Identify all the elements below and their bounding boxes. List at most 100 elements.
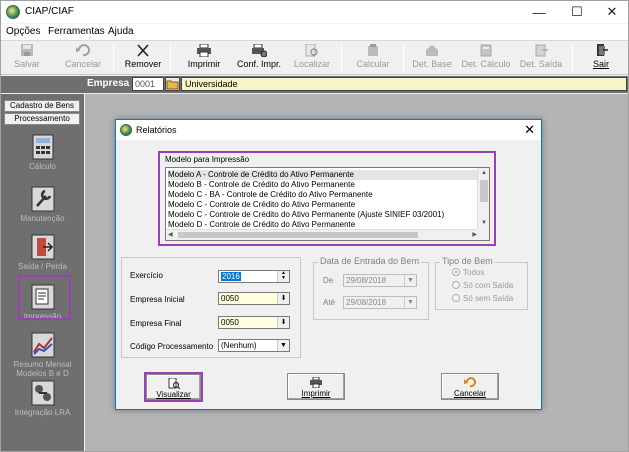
remove-button[interactable]: Remover [121, 42, 165, 74]
find-button[interactable]: Localizar [291, 42, 333, 74]
cancelar-button[interactable]: Cancelar [441, 373, 499, 400]
find-icon [305, 44, 318, 57]
horizontal-scrollbar[interactable]: ◀ ▶ [166, 229, 479, 240]
menu-ajuda[interactable]: Ajuda [108, 26, 134, 37]
exercicio-spinner[interactable]: 2016 ▲ ▼ [218, 270, 290, 283]
chevron-down-icon[interactable]: ▼ [404, 275, 416, 286]
maximize-icon[interactable]: ☐ [562, 1, 592, 23]
find-label: Localizar [293, 59, 331, 69]
printer-icon [197, 44, 211, 57]
exercicio-label: Exercício [130, 271, 163, 280]
sidebar-label-integracao-lra: Integração LRA [14, 408, 71, 417]
dropdown-arrow-icon[interactable]: ⬇ [277, 293, 289, 304]
imprimir-button[interactable]: Imprimir [287, 373, 345, 400]
data-ate-label: Até [323, 298, 336, 307]
vertical-scrollbar[interactable]: ▲ ▼ [477, 168, 489, 230]
menu-opcoes[interactable]: Opções [6, 26, 40, 37]
hscroll-thumb[interactable] [178, 232, 418, 238]
preview-icon [168, 378, 180, 389]
cancel-button[interactable]: Cancelar [61, 42, 105, 74]
sidebar-item-calculo[interactable]: Cálculo [3, 134, 82, 171]
sidebar-label-resumo-mensal: Resumo Mensal Modelos B e D [13, 360, 72, 378]
radio-selected-icon [452, 268, 460, 276]
visualizar-label: Visualizar [156, 390, 191, 399]
sidebar-label-saida-perda: Saída / Perda [18, 262, 67, 271]
model-list-label: Modelo para Impressão [165, 155, 250, 164]
app-globe-icon [120, 124, 132, 136]
scroll-left-icon[interactable]: ◀ [168, 231, 173, 238]
toolbar-separator [113, 44, 114, 72]
imprimir-label: Imprimir [301, 389, 331, 398]
toolbar-separator [572, 44, 573, 72]
radio-todos[interactable]: Todos [452, 268, 484, 277]
sidebar-item-saida-perda[interactable]: Saída / Perda [3, 234, 82, 271]
detail-exit-icon [535, 44, 548, 57]
calculate-button[interactable]: Calcular [351, 42, 395, 74]
list-item[interactable]: Modelo C - BA - Controle de Crédito do A… [168, 190, 373, 200]
radio-so-com-saida[interactable]: Só com Saída [452, 281, 513, 290]
sidebar-item-manutencao[interactable]: Manutenção [3, 186, 82, 223]
list-item[interactable]: Modelo A - Controle de Crédito do Ativo … [168, 170, 479, 180]
scroll-down-icon[interactable]: ▼ [479, 220, 489, 228]
tab-processamento[interactable]: Processamento [4, 113, 80, 125]
print-settings-button[interactable]: Conf. Impr. [233, 42, 285, 74]
list-item[interactable]: Modelo B - Controle de Crédito do Ativo … [168, 180, 355, 190]
data-de-field[interactable]: 29/08/2018 ▼ [343, 274, 417, 287]
close-icon[interactable]: ✕ [597, 1, 627, 23]
print-button[interactable]: Imprimir [181, 42, 227, 74]
detail-calc-label: Det. Cálculo [461, 59, 511, 69]
dropdown-arrow-icon[interactable]: ⬇ [277, 317, 289, 328]
print-label: Imprimir [187, 59, 221, 69]
detail-base-icon [426, 45, 438, 56]
data-de-label: De [323, 276, 334, 285]
menu-bar: Opções Ferramentas Ajuda [1, 24, 628, 40]
scroll-thumb[interactable] [480, 180, 488, 202]
exit-button[interactable]: Sair [584, 42, 618, 74]
empresa-code-input[interactable]: 0001 [132, 77, 164, 91]
spin-arrows-icon[interactable]: ▲ ▼ [277, 271, 289, 282]
codigo-processamento-label: Código Processamento [130, 342, 214, 351]
sidebar-label-manutencao: Manutenção [20, 214, 65, 223]
empresa-final-value: 0050 [221, 318, 239, 327]
list-item[interactable]: Modelo C - Controle de Crédito do Ativo … [168, 200, 355, 210]
list-item[interactable]: Modelo C - Controle de Crédito do Ativo … [168, 210, 444, 220]
empresa-final-field[interactable]: 0050 ⬇ [218, 316, 290, 329]
radio-so-sem-saida-label: Só sem Saída [463, 294, 514, 303]
codigo-processamento-value: (Nenhum) [221, 341, 257, 350]
save-button[interactable]: Salvar [7, 42, 47, 74]
radio-so-sem-saida[interactable]: Só sem Saída [452, 294, 513, 303]
menu-ferramentas[interactable]: Ferramentas [48, 26, 105, 37]
sidebar-item-resumo-mensal[interactable]: Resumo Mensal Modelos B e D [3, 332, 82, 378]
dialog-close-icon[interactable]: ✕ [524, 122, 535, 138]
empresa-name-field: Universidade [181, 77, 627, 91]
detail-exit-button[interactable]: Det. Saída [517, 42, 565, 74]
codigo-processamento-select[interactable]: (Nenhum) ▼ [218, 339, 290, 352]
visualizar-button[interactable]: Visualizar [146, 374, 201, 400]
left-panel: Cadastro de Bens Processamento Cálculo M… [1, 94, 84, 451]
tab-cadastro-de-bens[interactable]: Cadastro de Bens [4, 100, 80, 112]
empresa-inicial-field[interactable]: 0050 ⬇ [218, 292, 290, 305]
open-folder-button[interactable] [165, 77, 180, 91]
printer-settings-icon [252, 44, 267, 57]
empresa-final-label: Empresa Final [130, 319, 182, 328]
radio-todos-label: Todos [463, 268, 485, 277]
print-settings-label: Conf. Impr. [236, 59, 281, 69]
remove-label: Remover [124, 59, 162, 69]
chevron-down-icon[interactable]: ▼ [404, 297, 416, 308]
detail-calc-button[interactable]: Det. Cálculo [459, 42, 513, 74]
detail-base-button[interactable]: Det. Base [409, 42, 455, 74]
data-ate-field[interactable]: 29/08/2018 ▼ [343, 296, 417, 309]
data-entrada-group [313, 262, 429, 320]
sidebar-item-integracao-lra[interactable]: Integração LRA [3, 380, 82, 417]
save-label: Salvar [14, 59, 40, 69]
impressao-highlight [18, 275, 71, 320]
detail-base-label: Det. Base [412, 59, 452, 69]
window-title: CIAP/CIAF [25, 6, 74, 17]
model-listbox[interactable]: Modelo A - Controle de Crédito do Ativo … [165, 167, 490, 241]
scroll-up-icon[interactable]: ▲ [479, 170, 489, 178]
tipo-bem-title: Tipo de Bem [440, 256, 495, 266]
chevron-down-icon[interactable]: ▼ [277, 340, 289, 351]
printer-icon [310, 377, 322, 388]
minimize-icon[interactable]: — [524, 1, 554, 23]
data-ate-value: 29/08/2018 [346, 298, 387, 307]
